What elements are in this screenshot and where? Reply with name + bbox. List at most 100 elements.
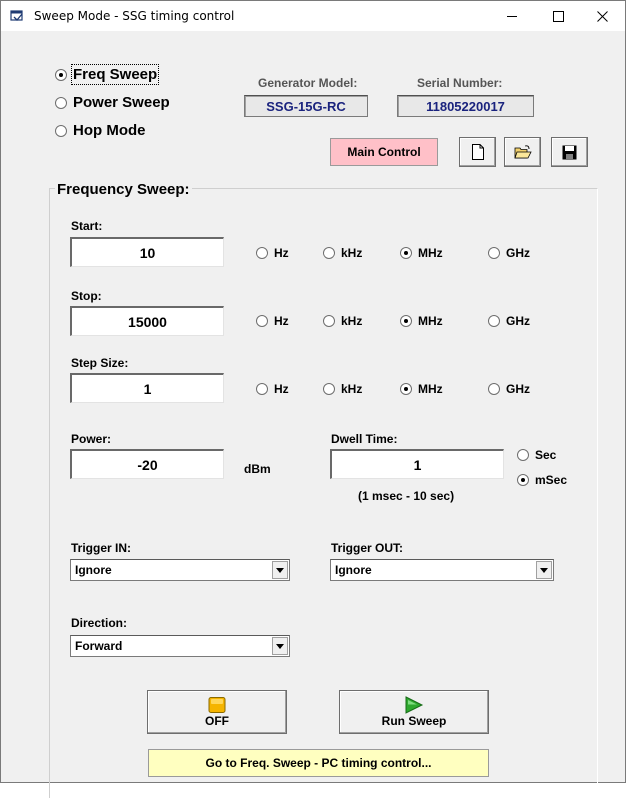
play-arrow-icon	[405, 696, 424, 714]
dwell-unit-msec-label: mSec	[535, 473, 568, 487]
stop-unit-ghz-label: GHz	[506, 314, 530, 328]
trigger-out-label: Trigger OUT:	[331, 541, 404, 555]
main-control-button[interactable]: Main Control	[330, 138, 438, 166]
trigger-in-label: Trigger IN:	[71, 541, 132, 555]
serial-number-label: Serial Number:	[417, 76, 503, 90]
serial-number-value: 11805220017	[397, 95, 534, 117]
stop-unit-khz-label: kHz	[341, 314, 363, 328]
start-unit-khz-label: kHz	[341, 246, 363, 260]
mode-power-sweep[interactable]: Power Sweep	[55, 94, 170, 111]
stop-unit-ghz-radio[interactable]	[488, 315, 500, 327]
maximize-icon	[552, 10, 564, 22]
new-file-button[interactable]	[459, 137, 496, 167]
direction-select[interactable]: Forward	[70, 635, 290, 657]
mode-hop-radio[interactable]	[55, 124, 67, 137]
dwell-range-note: (1 msec - 10 sec)	[358, 489, 455, 503]
start-unit-mhz-label: MHz	[418, 246, 443, 260]
title-bar: Sweep Mode - SSG timing control	[1, 1, 625, 31]
direction-dropdown-button[interactable]	[272, 637, 288, 655]
run-sweep-button[interactable]: Run Sweep	[339, 690, 489, 734]
stop-unit-khz[interactable]: kHz	[323, 314, 362, 328]
trigger-out-select[interactable]: Ignore	[330, 559, 554, 581]
start-unit-hz-label: Hz	[274, 246, 289, 260]
step-unit-khz-radio[interactable]	[323, 383, 335, 395]
stop-label: Stop:	[71, 289, 102, 303]
stop-unit-mhz[interactable]: MHz	[400, 314, 443, 328]
mode-freq-sweep[interactable]: Freq Sweep	[55, 64, 160, 85]
stop-unit-mhz-radio[interactable]	[400, 315, 412, 327]
minimize-icon	[507, 16, 517, 17]
stop-unit-hz[interactable]: Hz	[256, 314, 289, 328]
trigger-in-dropdown-button[interactable]	[272, 561, 288, 579]
start-input[interactable]: 10	[70, 237, 224, 267]
stop-unit-khz-radio[interactable]	[323, 315, 335, 327]
open-file-button[interactable]	[504, 137, 541, 167]
dwell-unit-msec[interactable]: mSec	[517, 473, 567, 487]
stop-unit-hz-radio[interactable]	[256, 315, 268, 327]
step-unit-ghz-label: GHz	[506, 382, 530, 396]
dwell-time-input[interactable]: 1	[330, 449, 504, 479]
start-unit-mhz-radio[interactable]	[400, 247, 412, 259]
save-file-button[interactable]	[551, 137, 588, 167]
stop-square-icon	[208, 696, 226, 713]
dwell-time-label: Dwell Time:	[331, 432, 398, 446]
step-unit-ghz[interactable]: GHz	[488, 382, 530, 396]
step-unit-hz-label: Hz	[274, 382, 289, 396]
power-input[interactable]: -20	[70, 449, 224, 479]
step-unit-khz-label: kHz	[341, 382, 363, 396]
mode-hop[interactable]: Hop Mode	[55, 122, 146, 139]
power-unit-label: dBm	[244, 462, 271, 476]
power-label: Power:	[71, 432, 112, 446]
direction-value: Forward	[75, 639, 123, 653]
trigger-out-value: Ignore	[335, 563, 372, 577]
mode-power-sweep-label: Power Sweep	[73, 94, 170, 111]
mode-freq-sweep-radio[interactable]	[55, 68, 67, 81]
chevron-down-icon	[540, 567, 548, 573]
start-unit-hz-radio[interactable]	[256, 247, 268, 259]
generator-model-label: Generator Model:	[258, 76, 358, 90]
start-unit-khz-radio[interactable]	[323, 247, 335, 259]
sweep-mode-window: Sweep Mode - SSG timing control Freq Swe…	[0, 0, 626, 798]
maximize-button[interactable]	[535, 1, 581, 31]
start-unit-ghz-radio[interactable]	[488, 247, 500, 259]
start-label: Start:	[71, 219, 103, 233]
step-size-input[interactable]: 1	[70, 373, 224, 403]
off-button[interactable]: OFF	[147, 690, 287, 734]
stop-input[interactable]: 15000	[70, 306, 224, 336]
dwell-unit-sec[interactable]: Sec	[517, 448, 556, 462]
minimize-button[interactable]	[489, 1, 535, 31]
start-unit-khz[interactable]: kHz	[323, 246, 362, 260]
new-file-icon	[471, 144, 484, 160]
step-unit-mhz[interactable]: MHz	[400, 382, 443, 396]
trigger-out-dropdown-button[interactable]	[536, 561, 552, 579]
dwell-unit-msec-radio[interactable]	[517, 474, 529, 486]
app-icon	[10, 10, 23, 21]
start-unit-hz[interactable]: Hz	[256, 246, 289, 260]
trigger-in-value: Ignore	[75, 563, 112, 577]
step-unit-mhz-radio[interactable]	[400, 383, 412, 395]
start-unit-ghz[interactable]: GHz	[488, 246, 530, 260]
frequency-sweep-title: Frequency Sweep:	[55, 181, 192, 198]
chevron-down-icon	[276, 643, 284, 649]
start-unit-mhz[interactable]: MHz	[400, 246, 443, 260]
chevron-down-icon	[276, 567, 284, 573]
step-unit-ghz-radio[interactable]	[488, 383, 500, 395]
close-icon	[596, 10, 608, 22]
dwell-unit-sec-radio[interactable]	[517, 449, 529, 461]
goto-pc-timing-button[interactable]: Go to Freq. Sweep - PC timing control...	[148, 749, 489, 777]
run-sweep-label: Run Sweep	[381, 714, 447, 728]
off-button-label: OFF	[205, 713, 229, 728]
mode-power-sweep-radio[interactable]	[55, 96, 67, 109]
dwell-unit-sec-label: Sec	[535, 448, 557, 462]
open-folder-icon	[513, 144, 532, 158]
step-size-label: Step Size:	[71, 356, 129, 370]
step-unit-hz[interactable]: Hz	[256, 382, 289, 396]
save-disk-icon	[562, 145, 577, 159]
step-unit-hz-radio[interactable]	[256, 383, 268, 395]
close-button[interactable]	[579, 1, 625, 31]
frequency-sweep-group	[49, 188, 598, 798]
mode-hop-label: Hop Mode	[73, 122, 146, 139]
trigger-in-select[interactable]: Ignore	[70, 559, 290, 581]
stop-unit-ghz[interactable]: GHz	[488, 314, 530, 328]
step-unit-khz[interactable]: kHz	[323, 382, 362, 396]
